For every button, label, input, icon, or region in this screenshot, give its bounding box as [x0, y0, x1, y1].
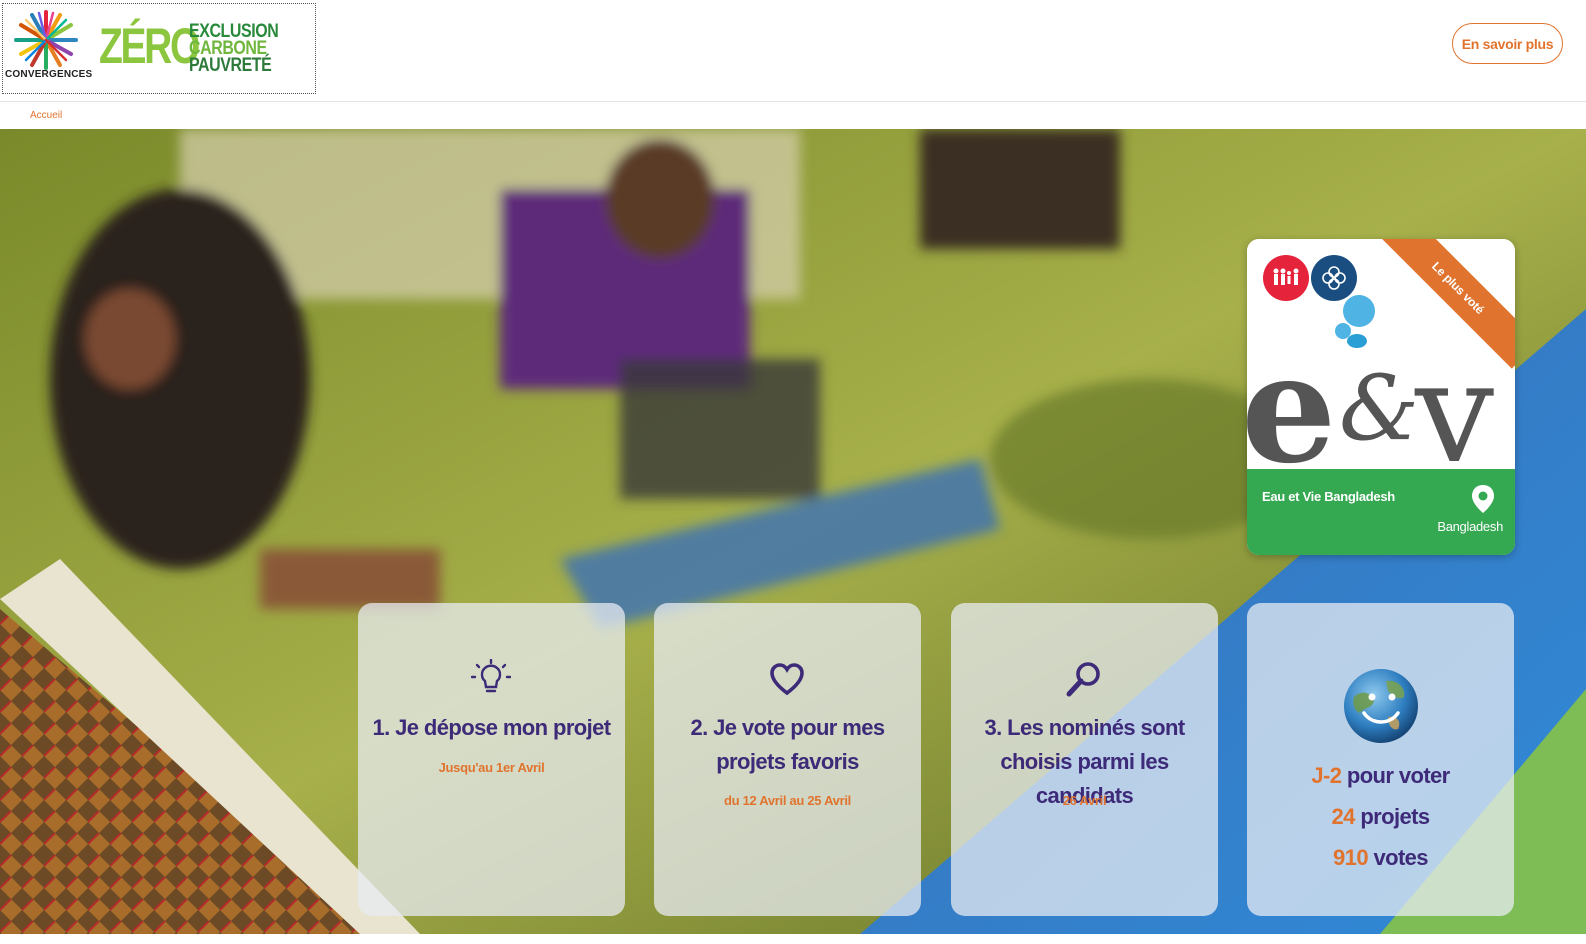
step-date: Jusqu'au 1er Avril [438, 760, 545, 775]
sdg-partnership-icon [1311, 255, 1357, 301]
featured-project-card[interactable]: e & v Le plus voté Eau et Vie Bangladesh… [1247, 239, 1515, 555]
step-card-vote[interactable]: 2. Je vote pour mes projets favoris du 1… [654, 603, 921, 916]
site-header: CONVERGENCES ZÉRO EXCLUSION CARBONE PAUV… [0, 0, 1586, 102]
zero-wordmark: ZÉRO [99, 18, 200, 74]
smiling-globe-icon [1344, 669, 1418, 743]
heart-icon [770, 663, 804, 696]
countdown-value: J-2 [1311, 763, 1342, 788]
magnifier-icon [1066, 662, 1100, 697]
svg-text:e: e [1247, 321, 1336, 469]
projects-stat: 24 projets [1247, 804, 1514, 830]
projects-label: projets [1360, 804, 1430, 829]
learn-more-button[interactable]: En savoir plus [1452, 23, 1563, 64]
step-date: du 12 Avril au 25 Avril [723, 793, 851, 808]
most-voted-ribbon: Le plus voté [1380, 239, 1515, 374]
location-pin-icon [1472, 485, 1494, 513]
breadcrumb: Accueil [0, 102, 1586, 129]
hero-section: e & v Le plus voté Eau et Vie Bangladesh… [0, 129, 1586, 934]
vote-stats-card: J-2 pour voter 24 projets 910 votes [1247, 603, 1514, 916]
votes-stat: 910 votes [1247, 845, 1514, 871]
tagline-pauvrete: PAUVRETÉ [189, 55, 272, 76]
votes-count: 910 [1333, 845, 1369, 870]
zero-taglines: EXCLUSION CARBONE PAUVRETÉ [189, 22, 279, 76]
breadcrumb-home-link[interactable]: Accueil [30, 110, 62, 121]
convergences-logo-icon [14, 10, 78, 70]
most-voted-label: Le plus voté [1380, 239, 1515, 369]
featured-project-footer: Eau et Vie Bangladesh Bangladesh [1247, 469, 1515, 555]
featured-project-name: Eau et Vie Bangladesh [1262, 489, 1395, 504]
votes-label: votes [1373, 845, 1428, 870]
countdown-stat: J-2 pour voter [1247, 763, 1514, 789]
step-title: 1. Je dépose mon projet [372, 715, 611, 740]
logo-wordmark: CONVERGENCES [5, 69, 93, 80]
projects-count: 24 [1331, 804, 1356, 829]
sdg-no-poverty-icon [1263, 255, 1309, 301]
step-title: 2. Je vote pour mes projets favoris [690, 715, 885, 774]
site-logo-link[interactable]: CONVERGENCES ZÉRO EXCLUSION CARBONE PAUV… [2, 3, 316, 94]
countdown-label: pour voter [1346, 763, 1450, 788]
step-date: 26 Avril [1062, 793, 1107, 808]
featured-project-country: Bangladesh [1437, 519, 1503, 534]
lightbulb-icon [471, 659, 511, 693]
step-card-submit[interactable]: 1. Je dépose mon projet Jusqu'au 1er Avr… [358, 603, 625, 916]
step-card-nominees[interactable]: 3. Les nominés sont choisis parmi les ca… [951, 603, 1218, 916]
